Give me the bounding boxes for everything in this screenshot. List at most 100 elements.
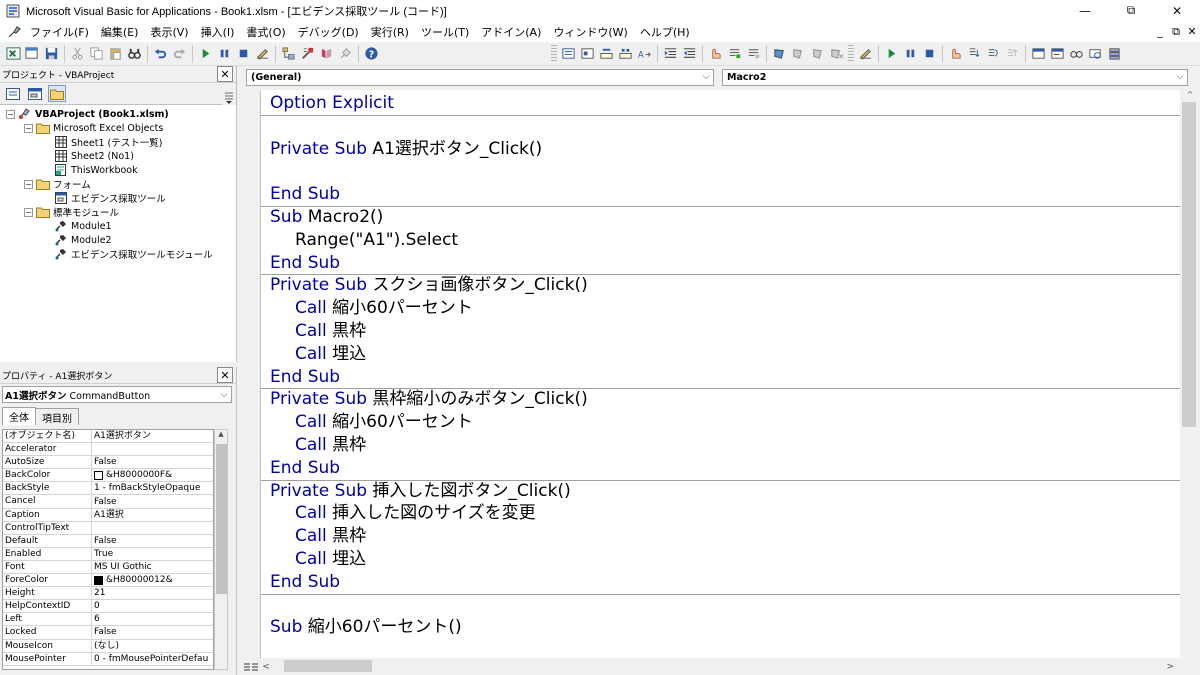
cut-icon[interactable] bbox=[68, 45, 86, 63]
menu-format[interactable]: 書式(O) bbox=[240, 24, 291, 40]
property-row[interactable]: Accelerator bbox=[3, 443, 213, 457]
property-value[interactable]: 0 bbox=[92, 600, 213, 612]
code-line[interactable]: Private Sub スクショ画像ボタン_Click() bbox=[261, 274, 1180, 297]
tree-item[interactable]: ThisWorkbook bbox=[0, 163, 236, 177]
tab-categorized[interactable]: 項目別 bbox=[35, 408, 79, 425]
property-value[interactable]: 21 bbox=[92, 587, 213, 599]
code-line[interactable]: Call 黒枠 bbox=[261, 320, 1180, 343]
scroll-up-icon[interactable]: ^ bbox=[1180, 90, 1200, 102]
code-vertical-scrollbar[interactable]: ^ bbox=[1180, 90, 1200, 658]
property-row[interactable]: BackStyle 1 - fmBackStyleOpaque bbox=[3, 482, 213, 496]
property-row[interactable]: ControlTipText bbox=[3, 521, 213, 535]
code-line[interactable]: Private Sub 挿入した図ボタン_Click() bbox=[261, 480, 1180, 503]
code-line[interactable]: Option Explicit bbox=[261, 92, 1180, 115]
reset-icon[interactable] bbox=[234, 45, 252, 63]
project-scroll-grip[interactable] bbox=[222, 83, 236, 105]
property-value[interactable]: 1 - fmBackStyleOpaque bbox=[92, 482, 213, 494]
property-value[interactable]: True bbox=[92, 548, 213, 560]
procedure-combo[interactable]: Macro2 ⌵ bbox=[722, 68, 1188, 86]
collapse-toggle[interactable]: − bbox=[24, 179, 33, 189]
code-line[interactable]: Call 埋込 bbox=[261, 548, 1180, 571]
toggle-folders-icon[interactable] bbox=[48, 85, 66, 102]
chevron-down-icon[interactable]: ⌵ bbox=[1173, 72, 1187, 82]
code-line[interactable]: Sub Macro2() bbox=[261, 206, 1180, 229]
toggle-breakpoint-icon[interactable] bbox=[706, 45, 724, 63]
indent-icon[interactable] bbox=[661, 45, 679, 63]
view-code-icon[interactable] bbox=[4, 85, 22, 102]
debug-break-icon[interactable] bbox=[901, 45, 919, 63]
mdi-close-button[interactable]: ✕ bbox=[1184, 25, 1200, 38]
undo-icon[interactable] bbox=[151, 45, 169, 63]
code-line[interactable]: End Sub bbox=[261, 366, 1180, 389]
project-explorer-icon[interactable] bbox=[279, 45, 297, 63]
call-stack-icon[interactable] bbox=[1105, 45, 1123, 63]
menu-debug[interactable]: デバッグ(D) bbox=[292, 24, 365, 40]
scroll-thumb[interactable] bbox=[1182, 102, 1196, 427]
property-value[interactable]: False bbox=[92, 535, 213, 547]
quick-watch-icon[interactable] bbox=[1086, 45, 1104, 63]
property-row[interactable]: Height 21 bbox=[3, 587, 213, 601]
property-value[interactable]: &H80000012& bbox=[92, 574, 213, 586]
list-constants-icon[interactable] bbox=[578, 45, 596, 63]
property-row[interactable]: MouseIcon (なし) bbox=[3, 639, 213, 653]
close-button[interactable]: ✕ bbox=[1154, 0, 1200, 21]
property-row[interactable]: Locked False bbox=[3, 626, 213, 640]
property-value[interactable]: A1選択ボタン bbox=[92, 430, 213, 442]
restore-button[interactable]: ⧉ bbox=[1108, 0, 1154, 21]
debug-run-icon[interactable] bbox=[882, 45, 900, 63]
property-value[interactable]: (なし) bbox=[92, 640, 213, 652]
properties-close-button[interactable]: ✕ bbox=[217, 367, 233, 383]
outdent-icon[interactable] bbox=[680, 45, 698, 63]
mdi-restore-button[interactable]: ⧉ bbox=[1168, 25, 1184, 39]
tree-item[interactable]: エビデンス採取ツール bbox=[0, 191, 236, 205]
toolbar-grip[interactable] bbox=[551, 44, 557, 63]
code-editor[interactable]: Option Explicit Private Sub A1選択ボタン_Click… bbox=[260, 90, 1180, 658]
parameter-info-icon[interactable] bbox=[616, 45, 634, 63]
code-line[interactable]: Call 縮小60パーセント bbox=[261, 411, 1180, 434]
find-icon[interactable] bbox=[125, 45, 143, 63]
chevron-down-icon[interactable]: ⌵ bbox=[699, 72, 713, 82]
debug-reset-icon[interactable] bbox=[920, 45, 938, 63]
list-properties-icon[interactable] bbox=[559, 45, 577, 63]
menu-addins[interactable]: アドイン(A) bbox=[475, 24, 547, 40]
property-row[interactable]: MousePointer 0 - fmMousePointerDefau bbox=[3, 652, 213, 666]
procedure-view-icon[interactable] bbox=[243, 662, 259, 672]
comment-block-icon[interactable] bbox=[725, 45, 743, 63]
menu-window[interactable]: ウィンドウ(W) bbox=[547, 24, 633, 40]
code-line[interactable]: Call 黒枠 bbox=[261, 525, 1180, 548]
step-over-icon[interactable] bbox=[984, 45, 1002, 63]
property-row[interactable]: BackColor &H8000000F& bbox=[3, 469, 213, 483]
property-row[interactable]: Caption A1選択 bbox=[3, 508, 213, 522]
property-value[interactable]: False bbox=[92, 495, 213, 507]
collapse-toggle[interactable]: − bbox=[24, 123, 33, 133]
watch-window-icon[interactable] bbox=[1067, 45, 1085, 63]
code-line[interactable]: Sub 縮小60パーセント() bbox=[261, 616, 1180, 639]
help-icon[interactable]: ? bbox=[362, 45, 380, 63]
copy-icon[interactable] bbox=[87, 45, 105, 63]
tree-item[interactable]: − Microsoft Excel Objects bbox=[0, 121, 236, 135]
property-value[interactable]: False bbox=[92, 456, 213, 468]
tree-item[interactable]: Module2 bbox=[0, 233, 236, 247]
properties-scrollbar[interactable]: ▲ bbox=[214, 429, 228, 670]
code-line[interactable]: End Sub bbox=[261, 571, 1180, 594]
menu-edit[interactable]: 編集(E) bbox=[95, 24, 145, 40]
uncomment-block-icon[interactable] bbox=[744, 45, 762, 63]
code-line[interactable] bbox=[261, 594, 1180, 617]
design-mode-icon[interactable] bbox=[253, 45, 271, 63]
tree-item[interactable]: Module1 bbox=[0, 219, 236, 233]
excel-view-icon[interactable] bbox=[6, 23, 24, 41]
property-value[interactable] bbox=[92, 443, 213, 455]
menu-file[interactable]: ファイル(F) bbox=[24, 24, 95, 40]
immediate-window-icon[interactable] bbox=[1048, 45, 1066, 63]
next-bookmark-icon[interactable] bbox=[789, 45, 807, 63]
code-horizontal-scrollbar[interactable]: < > bbox=[260, 658, 1180, 675]
code-line[interactable]: Call 挿入した図のサイズを変更 bbox=[261, 502, 1180, 525]
code-line[interactable]: Call 縮小60パーセント bbox=[261, 297, 1180, 320]
property-row[interactable]: Default False bbox=[3, 534, 213, 548]
collapse-toggle[interactable]: − bbox=[24, 207, 33, 217]
menu-tools[interactable]: ツール(T) bbox=[415, 24, 475, 40]
code-line[interactable] bbox=[261, 115, 1180, 138]
mdi-minimize-button[interactable]: _ bbox=[1152, 25, 1168, 38]
code-line[interactable]: End Sub bbox=[261, 457, 1180, 480]
chevron-down-icon[interactable]: ⌵ bbox=[217, 390, 231, 400]
